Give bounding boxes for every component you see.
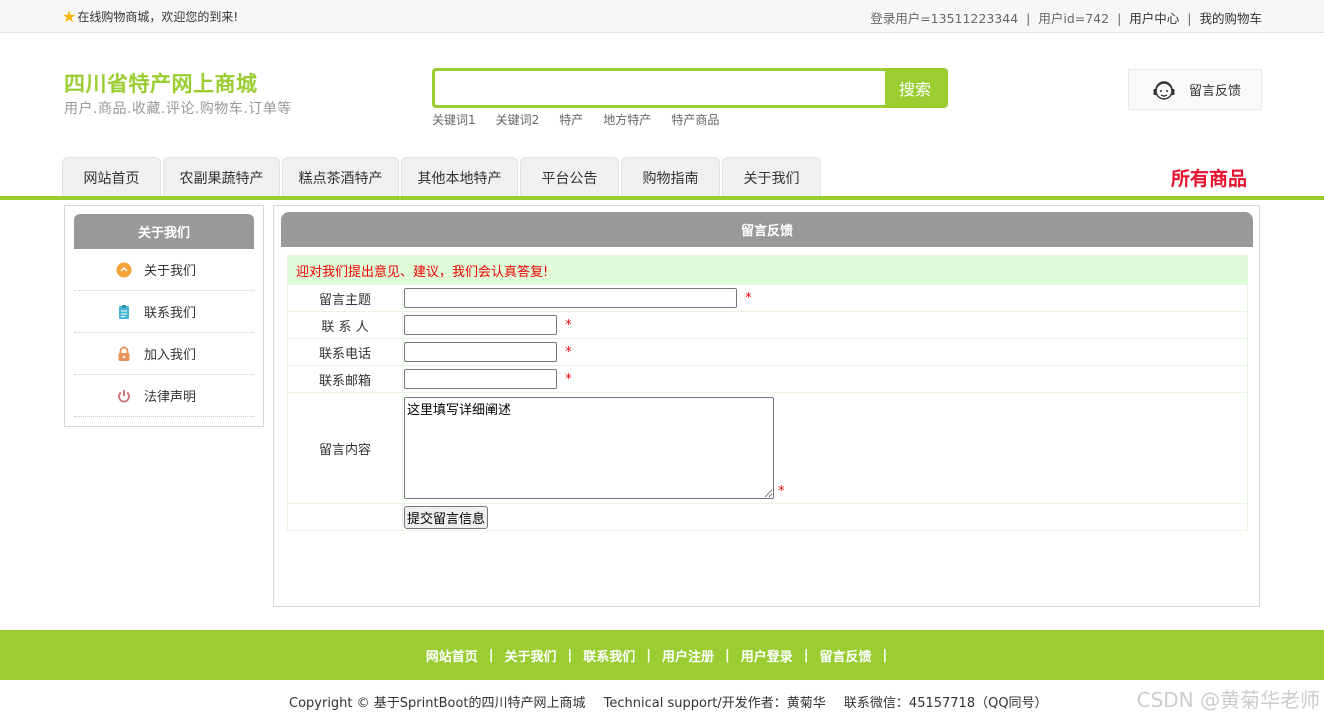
- separator: |: [488, 647, 494, 663]
- user-center-link[interactable]: 用户中心: [1129, 11, 1179, 26]
- required-mark: *: [778, 484, 785, 499]
- subject-label: 留言主题: [287, 284, 403, 312]
- copyright: Copyright © 基于SprintBoot的四川特产网上商城 Techni…: [289, 692, 1062, 711]
- hot-keyword-link[interactable]: 关键词1: [432, 111, 476, 128]
- my-cart-link[interactable]: 我的购物车: [1199, 11, 1262, 26]
- phone-input[interactable]: [404, 342, 557, 362]
- phone-label: 联系电话: [287, 338, 403, 366]
- hot-keyword-link[interactable]: 特产: [559, 111, 583, 128]
- all-products-link[interactable]: 所有商品: [1171, 164, 1247, 191]
- lock-icon: [116, 346, 132, 362]
- hot-keyword-link[interactable]: 特产商品: [671, 111, 719, 128]
- feedback-form: 迎对我们提出意见、建议，我们会认真答复! 留言主题 * 联 系 人 * 联系电话…: [287, 255, 1248, 531]
- content-label: 留言内容: [287, 392, 403, 504]
- email-input[interactable]: [404, 369, 557, 389]
- nav-divider: [0, 196, 1324, 200]
- welcome-message: ★ 在线购物商城，欢迎您的到来!: [62, 8, 238, 25]
- info-circle-icon: [116, 262, 132, 278]
- contact-label: 联 系 人: [287, 311, 403, 339]
- contact-input[interactable]: [404, 315, 557, 335]
- nav-item-other[interactable]: 其他本地特产: [401, 157, 518, 197]
- footer-link-login[interactable]: 用户登录: [741, 646, 793, 665]
- footer-link-register[interactable]: 用户注册: [662, 646, 714, 665]
- main-panel: 留言反馈 迎对我们提出意见、建议，我们会认真答复! 留言主题 * 联 系 人 *…: [273, 205, 1260, 607]
- submit-feedback-button[interactable]: 提交留言信息: [404, 505, 489, 529]
- support-text: Technical support/开发作者：黄菊华: [603, 696, 826, 711]
- footer-link-contact[interactable]: 联系我们: [583, 646, 635, 665]
- form-notice: 迎对我们提出意见、建议，我们会认真答复!: [287, 255, 1248, 285]
- sidebar: 关于我们 关于我们 联系我们 加入我们 法律声明: [64, 205, 264, 427]
- nav-item-produce[interactable]: 农副果蔬特产: [163, 157, 280, 197]
- sidebar-item-label: 联系我们: [144, 306, 197, 321]
- user-id-text: 用户id=742: [1038, 11, 1110, 26]
- hot-keywords: 关键词1 关键词2 特产 地方特产 特产商品: [432, 111, 719, 128]
- sidebar-item-label: 关于我们: [144, 264, 197, 279]
- feedback-button[interactable]: 留言反馈: [1128, 69, 1262, 110]
- content-textarea[interactable]: 这里填写详细阐述: [404, 397, 774, 499]
- star-icon: ★: [62, 6, 77, 26]
- email-label: 联系邮箱: [287, 365, 403, 393]
- hot-keyword-link[interactable]: 关键词2: [496, 111, 540, 128]
- search-button[interactable]: 搜索: [885, 71, 945, 105]
- required-mark: *: [565, 317, 572, 333]
- required-mark: *: [745, 290, 752, 306]
- site-subtitle: 用户.商品.收藏.评论.购物车.订单等: [64, 101, 292, 117]
- required-mark: *: [565, 371, 572, 387]
- login-user-text: 登录用户=13511223344: [870, 11, 1019, 26]
- separator: |: [646, 647, 651, 663]
- sidebar-item-label: 法律声明: [144, 390, 197, 405]
- separator: |: [1026, 11, 1031, 26]
- sidebar-item-join[interactable]: 加入我们: [74, 333, 254, 375]
- separator: |: [882, 647, 888, 663]
- footer-nav: 网站首页 | 关于我们 | 联系我们 | 用户注册 | 用户登录 | 留言反馈 …: [0, 630, 1324, 680]
- main-nav: 网站首页 农副果蔬特产 糕点茶酒特产 其他本地特产 平台公告 购物指南 关于我们: [62, 157, 823, 197]
- nav-item-announcements[interactable]: 平台公告: [520, 157, 619, 197]
- top-bar: ★ 在线购物商城，欢迎您的到来! 登录用户=13511223344 | 用户id…: [0, 0, 1324, 33]
- required-mark: *: [565, 344, 572, 360]
- nav-item-about[interactable]: 关于我们: [722, 157, 821, 197]
- footer-link-home[interactable]: 网站首页: [426, 646, 478, 665]
- hot-keyword-link[interactable]: 地方特产: [603, 111, 651, 128]
- separator: |: [725, 647, 730, 663]
- search-input[interactable]: [435, 71, 885, 105]
- main-title: 留言反馈: [281, 212, 1253, 247]
- empty-cell: [287, 503, 403, 531]
- sidebar-title: 关于我们: [74, 214, 254, 249]
- power-icon: [116, 388, 132, 404]
- sidebar-item-contact[interactable]: 联系我们: [74, 291, 254, 333]
- feedback-label: 留言反馈: [1189, 84, 1242, 99]
- footer-link-about[interactable]: 关于我们: [504, 646, 556, 665]
- sidebar-item-legal[interactable]: 法律声明: [74, 375, 254, 417]
- watermark: CSDN @黄菊华老师: [1136, 688, 1320, 712]
- sidebar-list: 关于我们 联系我们 加入我们 法律声明: [74, 249, 254, 417]
- separator: |: [1117, 11, 1122, 26]
- welcome-text: 在线购物商城，欢迎您的到来!: [77, 10, 239, 24]
- footer-link-feedback[interactable]: 留言反馈: [820, 646, 872, 665]
- nav-item-pastry[interactable]: 糕点茶酒特产: [282, 157, 399, 197]
- subject-input[interactable]: [404, 288, 737, 308]
- separator: |: [1187, 11, 1192, 26]
- nav-item-guide[interactable]: 购物指南: [621, 157, 720, 197]
- contact-text: 联系微信：45157718（QQ同号）: [843, 696, 1048, 711]
- copyright-text: Copyright © 基于SprintBoot的四川特产网上商城: [289, 696, 586, 711]
- customer-service-icon: [1153, 80, 1175, 100]
- separator: |: [803, 647, 809, 663]
- user-links: 登录用户=13511223344 | 用户id=742 | 用户中心 | 我的购…: [870, 8, 1262, 27]
- sidebar-item-about[interactable]: 关于我们: [74, 249, 254, 291]
- search-box: 搜索: [432, 68, 948, 108]
- clipboard-icon: [116, 304, 132, 320]
- site-title[interactable]: 四川省特产网上商城: [64, 68, 258, 98]
- sidebar-item-label: 加入我们: [144, 348, 197, 363]
- separator: |: [567, 647, 573, 663]
- nav-item-home[interactable]: 网站首页: [62, 157, 161, 197]
